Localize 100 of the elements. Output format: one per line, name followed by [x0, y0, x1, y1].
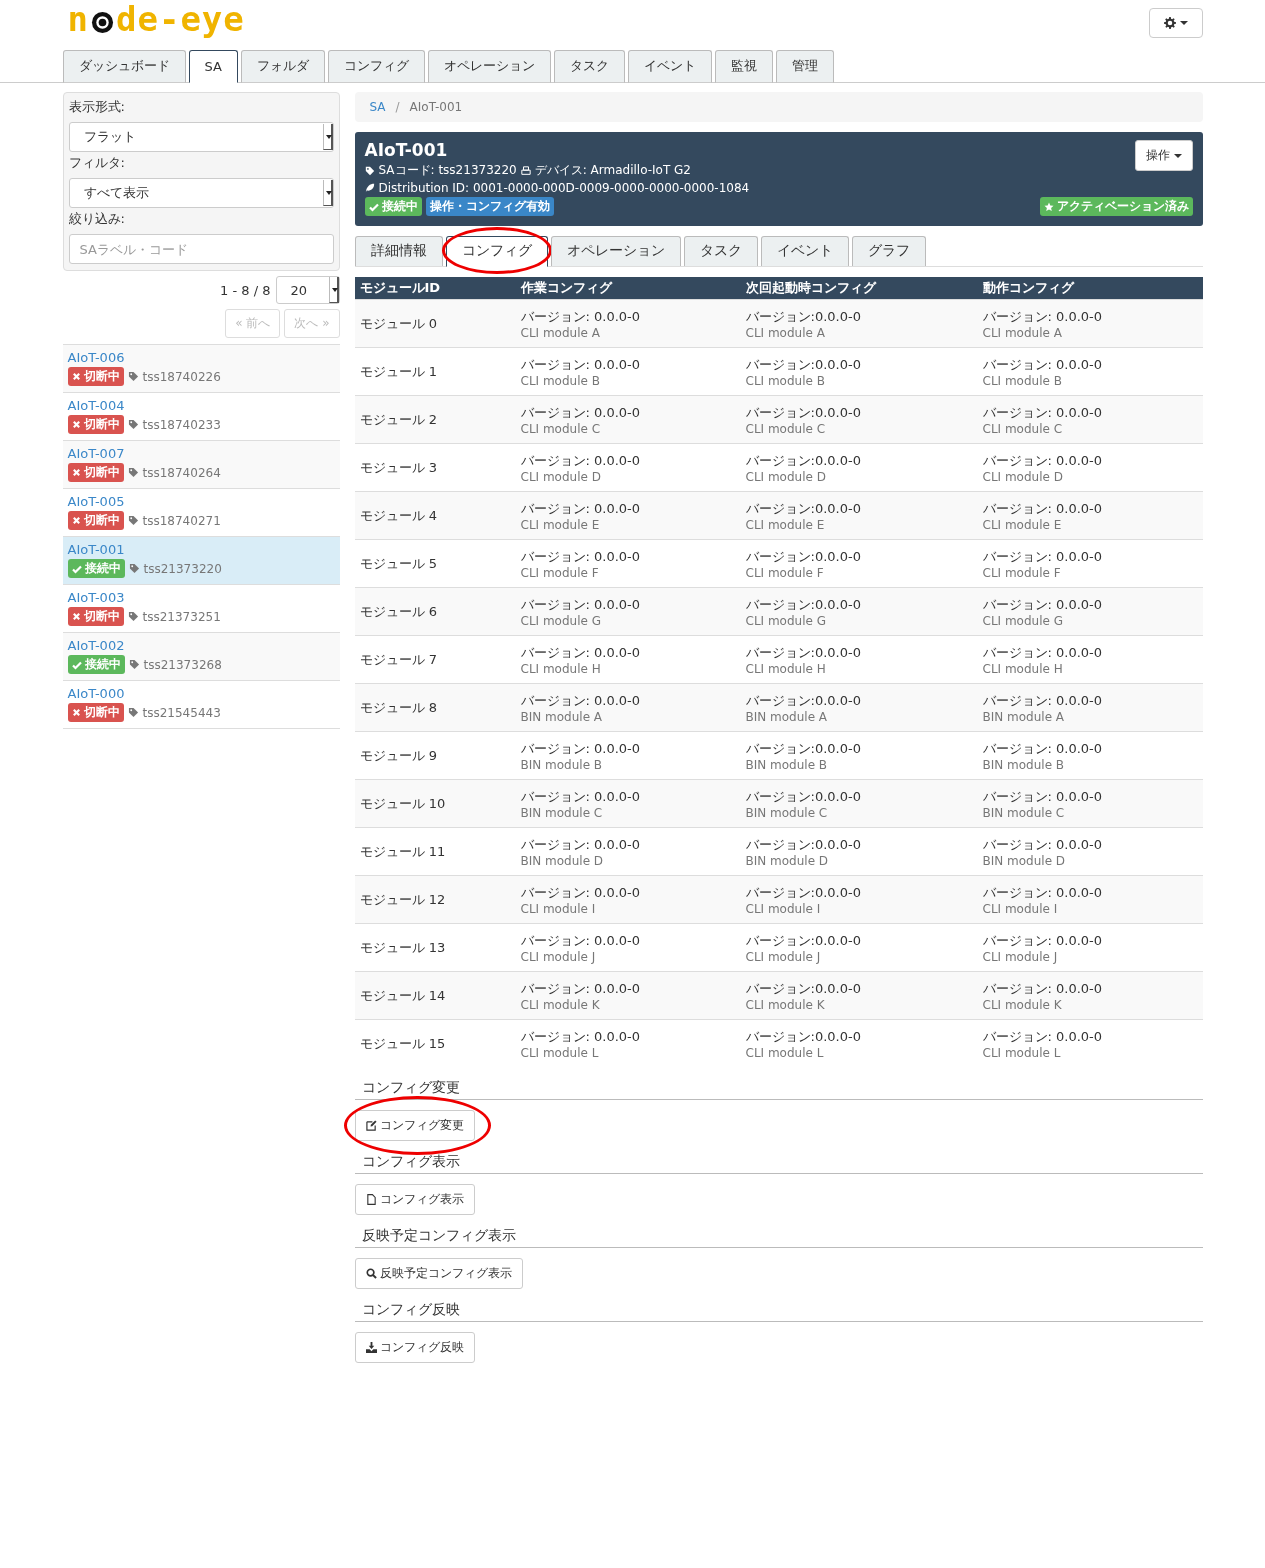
result-count: 1 - 8 / 8 — [220, 282, 271, 298]
device-link[interactable]: AIoT-007 — [67, 446, 335, 461]
status-badge: 切断中 — [67, 607, 124, 626]
column-header: モジュールID — [358, 279, 442, 297]
status-badge: 接続中 — [67, 559, 125, 578]
nav-tab[interactable]: SA — [188, 50, 238, 83]
action-button[interactable]: コンフィグ表示 — [354, 1184, 475, 1215]
version-text: バージョン: 0.0.0-0 — [982, 451, 1104, 470]
status-badge: 切断中 — [67, 703, 124, 722]
tag-icon — [128, 563, 140, 574]
module-name: CLI module D — [745, 469, 827, 484]
nav-tab[interactable]: コンフィグ — [327, 50, 425, 83]
device-item[interactable]: AIoT-002 接続中 tss21373268 — [62, 633, 340, 681]
version-text: バージョン: 0.0.0-0 — [520, 979, 642, 998]
detail-tab[interactable]: グラフ — [851, 236, 926, 266]
tag-icon — [127, 419, 139, 430]
module-name: CLI module F — [520, 565, 600, 580]
device-code: tss21373268 — [143, 657, 222, 672]
action-button[interactable]: コンフィグ変更 — [354, 1110, 475, 1141]
module-name: CLI module L — [745, 1045, 825, 1060]
device-item[interactable]: AIoT-001 接続中 tss21373220 — [62, 537, 340, 585]
table-cell-text: モジュール 6 — [358, 602, 438, 621]
device-code: tss18740226 — [142, 369, 221, 384]
table-cell-text: モジュール 13 — [358, 938, 447, 957]
section-heading: コンフィグ反映 — [360, 1300, 461, 1319]
module-name: CLI module D — [982, 469, 1064, 484]
device-code: tss21545443 — [142, 705, 221, 720]
device-code: tss18740271 — [142, 513, 221, 528]
version-text: バージョン: 0.0.0-0 — [520, 883, 642, 902]
section-heading: コンフィグ変更 — [360, 1078, 461, 1097]
detail-tab[interactable]: タスク — [683, 236, 758, 266]
device-item[interactable]: AIoT-006 切断中 tss18740226 — [62, 345, 340, 393]
action-dropdown-button[interactable]: 操作 — [1134, 140, 1193, 171]
search-field[interactable]: SAラベル・コード — [68, 234, 334, 264]
filter-select[interactable]: すべて表示 — [68, 178, 334, 208]
section-heading: コンフィグ表示 — [360, 1152, 461, 1171]
version-text: バージョン: 0.0.0-0 — [982, 499, 1104, 518]
version-text: バージョン: 0.0.0-0 — [982, 595, 1104, 614]
breadcrumb-link[interactable]: SA — [369, 100, 386, 114]
version-text: バージョン: 0.0.0-0 — [982, 643, 1104, 662]
version-text: バージョン:0.0.0-0 — [745, 643, 862, 662]
module-name: BIN module C — [745, 805, 829, 820]
table-cell-text: モジュール 3 — [358, 458, 438, 477]
detail-tab[interactable]: イベント — [760, 236, 849, 266]
action-button[interactable]: 反映予定コンフィグ表示 — [354, 1258, 523, 1289]
device-link[interactable]: AIoT-006 — [67, 350, 335, 365]
nav-tab[interactable]: イベント — [627, 50, 712, 83]
version-text: バージョン: 0.0.0-0 — [520, 595, 642, 614]
version-text: バージョン:0.0.0-0 — [745, 979, 862, 998]
nav-tab[interactable]: フォルダ — [240, 50, 325, 83]
module-name: CLI module J — [982, 949, 1059, 964]
detail-tab[interactable]: コンフィグ — [445, 236, 548, 267]
table-cell-text: モジュール 15 — [358, 1034, 447, 1053]
device-code: tss21373220 — [143, 561, 222, 576]
nav-tab[interactable]: 管理 — [775, 50, 834, 83]
module-name: CLI module E — [745, 517, 826, 532]
device-item[interactable]: AIoT-007 切断中 tss18740264 — [62, 441, 340, 489]
module-name: CLI module B — [982, 373, 1063, 388]
version-text: バージョン:0.0.0-0 — [745, 835, 862, 854]
version-text: バージョン: 0.0.0-0 — [982, 355, 1104, 374]
nav-tab[interactable]: ダッシュボード — [62, 50, 186, 83]
version-text: バージョン: 0.0.0-0 — [520, 739, 642, 758]
module-name: CLI module G — [520, 613, 602, 628]
detail-tab[interactable]: 詳細情報 — [354, 236, 443, 266]
module-name: CLI module E — [520, 517, 601, 532]
nav-tab[interactable]: 監視 — [714, 50, 773, 83]
detail-tab[interactable]: オペレーション — [550, 236, 681, 266]
version-text: バージョン:0.0.0-0 — [745, 355, 862, 374]
download-icon — [365, 1342, 377, 1353]
device-link[interactable]: AIoT-003 — [67, 590, 335, 605]
display-select[interactable]: フラット — [68, 122, 334, 152]
device-link[interactable]: AIoT-002 — [67, 638, 335, 653]
device-link[interactable]: AIoT-000 — [67, 686, 335, 701]
status-badge: 操作・コンフィグ有効 — [425, 197, 554, 216]
tag-icon — [127, 611, 139, 622]
version-text: バージョン:0.0.0-0 — [745, 307, 862, 326]
settings-button[interactable] — [1148, 8, 1203, 38]
breadcrumb-separator: / — [395, 100, 400, 114]
search-icon — [365, 1268, 377, 1279]
module-name: CLI module F — [982, 565, 1062, 580]
status-badge: 切断中 — [67, 511, 124, 530]
device-link[interactable]: AIoT-004 — [67, 398, 335, 413]
version-text: バージョン:0.0.0-0 — [745, 787, 862, 806]
version-text: バージョン: 0.0.0-0 — [982, 739, 1104, 758]
page-size-select[interactable]: 20 — [275, 276, 340, 304]
module-name: CLI module L — [520, 1045, 600, 1060]
module-name: CLI module J — [745, 949, 822, 964]
table-cell-text: モジュール 5 — [358, 554, 438, 573]
version-text: バージョン: 0.0.0-0 — [982, 403, 1104, 422]
nav-tab[interactable]: タスク — [553, 50, 625, 83]
module-name: CLI module K — [745, 997, 826, 1012]
action-button[interactable]: コンフィグ反映 — [354, 1332, 475, 1363]
device-item[interactable]: AIoT-000 切断中 tss21545443 — [62, 681, 340, 729]
sa-code: SAコード: tss21373220 — [378, 162, 517, 179]
nav-tab[interactable]: オペレーション — [427, 50, 551, 83]
device-link[interactable]: AIoT-005 — [67, 494, 335, 509]
version-text: バージョン:0.0.0-0 — [745, 883, 862, 902]
version-text: バージョン: 0.0.0-0 — [520, 451, 642, 470]
column-header: 次回起動時コンフィグ — [744, 279, 878, 297]
table-cell-text: モジュール 0 — [358, 314, 438, 333]
